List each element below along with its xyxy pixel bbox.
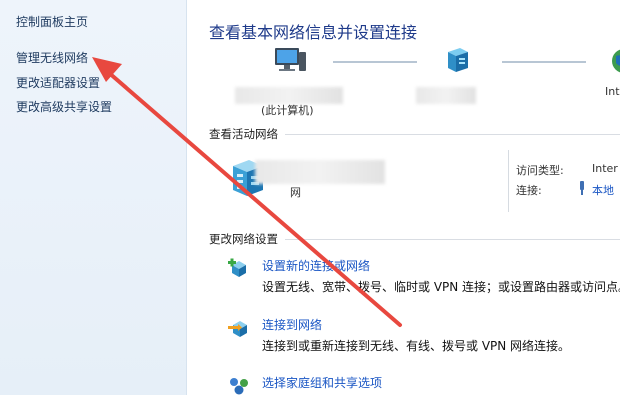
access-type-label: 访问类型: [516, 164, 564, 177]
network-name-fragment: 网 [290, 186, 301, 199]
change-settings-heading: 更改网络设置 [209, 232, 278, 246]
sidebar-item-control-panel-home[interactable]: 控制面板主页 [16, 13, 88, 30]
connect-network-icon[interactable] [227, 316, 251, 340]
connection-label: 连接: [516, 184, 542, 197]
access-type-value: Inter [592, 162, 618, 175]
sidebar-item-adapter-settings[interactable]: 更改适配器设置 [16, 74, 100, 91]
globe-icon[interactable] [610, 46, 620, 76]
setup-connection-icon[interactable] [227, 257, 251, 281]
column-divider [508, 150, 509, 212]
connect-network-link[interactable]: 连接到网络 [262, 316, 322, 333]
network-name-redacted [255, 160, 385, 184]
homegroup-icon[interactable] [227, 374, 251, 398]
main-panel: 查看基本网络信息并设置连接 (此计算机) Int 查看活动网络 网 访问类型: … [187, 0, 620, 395]
internet-label: Int [605, 85, 620, 98]
section-divider [285, 239, 620, 240]
setup-connection-desc: 设置无线、宽带、拨号、临时或 VPN 连接；或设置路由器或访问点。 [262, 280, 620, 294]
connection-link[interactable]: 本地 [592, 182, 614, 198]
network-name-redacted [416, 87, 476, 104]
connection-line [333, 61, 417, 63]
connection-line-internet [502, 61, 586, 63]
sidebar-item-advanced-sharing[interactable]: 更改高级共享设置 [16, 98, 112, 115]
sidebar: 控制面板主页 管理无线网络 更改适配器设置 更改高级共享设置 [0, 0, 187, 395]
setup-connection-link[interactable]: 设置新的连接或网络 [262, 257, 370, 274]
section-divider [285, 134, 620, 135]
homegroup-link[interactable]: 选择家庭组和共享选项 [262, 374, 382, 391]
active-networks-heading: 查看活动网络 [209, 127, 278, 141]
network-icon[interactable] [442, 46, 474, 76]
active-network-row: 网 访问类型: Inter 连接: 本地 [187, 150, 620, 220]
sidebar-item-manage-wireless[interactable]: 管理无线网络 [16, 49, 88, 66]
ethernet-icon [580, 181, 584, 195]
computer-label: (此计算机) [261, 104, 314, 117]
network-map: (此计算机) Int [187, 40, 620, 120]
connect-network-desc: 连接到或重新连接到无线、有线、拨号或 VPN 网络连接。 [262, 339, 571, 353]
computer-icon[interactable] [272, 46, 308, 78]
